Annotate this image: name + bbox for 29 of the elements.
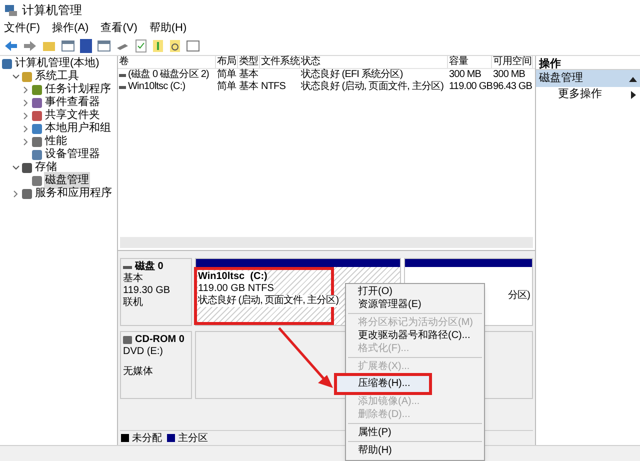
table-cell: 119.00 GB — [449, 81, 492, 93]
disk-status: 无媒体 — [123, 366, 153, 378]
legend-label: 未分配 — [132, 432, 162, 446]
table-cell: NTFS — [261, 81, 286, 93]
disk-name: CD-ROM 0 — [135, 334, 184, 346]
table-cell-text: 状态良好 (EFI 系统分区) — [301, 69, 403, 80]
partition-name: Win10ltsc (C:) — [198, 271, 268, 283]
partition-status: 分区) — [508, 290, 530, 302]
legend-label: 主分区 — [178, 432, 208, 446]
disk-type: DVD (E:) — [123, 346, 163, 358]
partition-size: 119.00 GB NTFS — [198, 283, 274, 295]
table-cell: 状态良好 (启动, 页面文件, 主分区) — [301, 81, 444, 93]
action-label: 更多操作 — [558, 87, 602, 102]
table-cell: 300 MB — [493, 69, 526, 81]
table-cell: Win10ltsc (C:) — [128, 81, 186, 93]
table-cell: 300 MB — [449, 69, 482, 81]
section-label: 磁盘管理 — [539, 71, 583, 86]
table-cell-text: 简单 — [217, 69, 236, 80]
table-cell: 简单 — [217, 81, 236, 93]
table-cell: 基本 — [239, 81, 258, 93]
disk-size: 119.30 GB — [123, 285, 170, 296]
disk-type: 基本 — [123, 273, 143, 285]
partition-status: 状态良好 (启动, 页面文件, 主分区) — [198, 295, 339, 307]
disk-status: 联机 — [123, 297, 143, 309]
table-cell: 96.43 GB — [493, 81, 532, 93]
disk-name: 磁盘 0 — [135, 261, 164, 272]
table-cell: (磁盘 0 磁盘分区 2) — [128, 69, 209, 81]
table-cell-text: 基本 — [239, 69, 258, 80]
window-title: 计算机管理 — [22, 2, 82, 19]
